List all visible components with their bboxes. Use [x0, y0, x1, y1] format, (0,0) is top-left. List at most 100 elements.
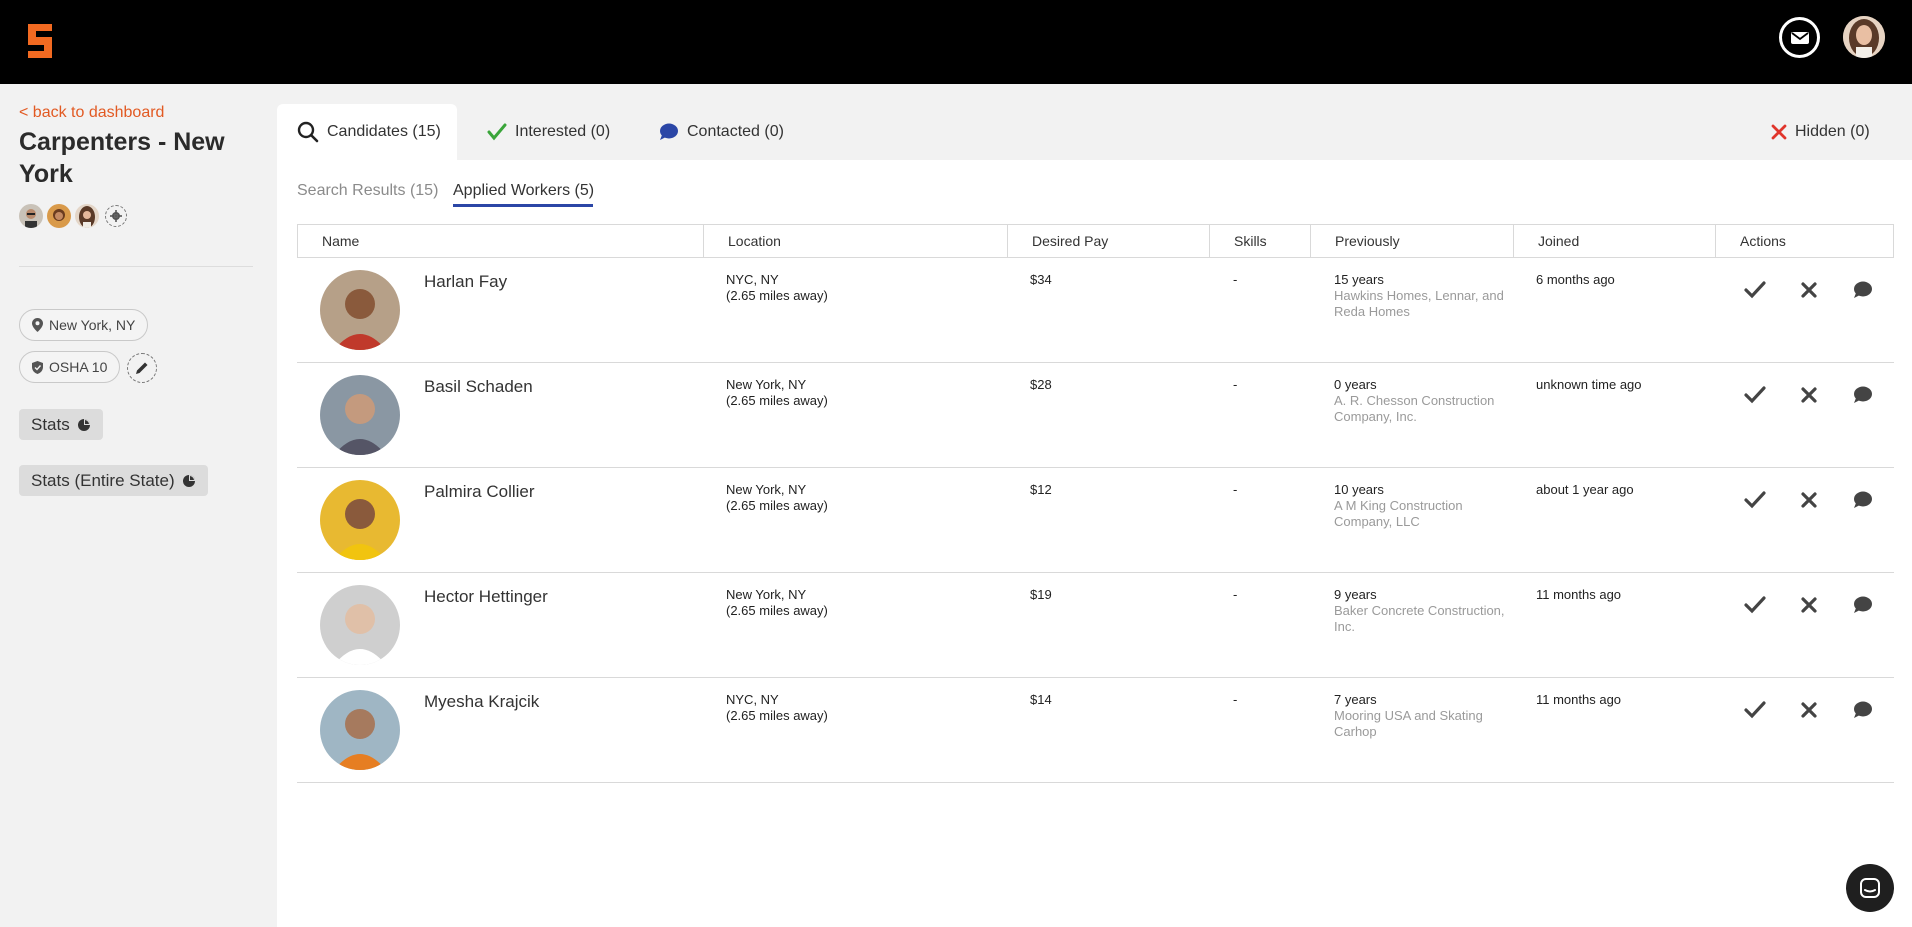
candidate-photo[interactable] [320, 690, 400, 770]
mark-interested-button[interactable] [1742, 382, 1768, 408]
pencil-icon [136, 362, 148, 374]
mark-interested-button[interactable] [1742, 592, 1768, 618]
candidate-skills: - [1233, 692, 1238, 707]
subtab-applied-workers[interactable]: Applied Workers (5) [453, 182, 594, 200]
mark-interested-button[interactable] [1742, 697, 1768, 723]
location-pin-icon [32, 318, 43, 332]
tab-interested-label: Interested (0) [515, 123, 611, 140]
s-logo-icon[interactable] [26, 24, 54, 58]
certification-filter-label: OSHA 10 [49, 359, 108, 375]
candidate-location: NYC, NY (2.65 miles away) [726, 272, 828, 304]
candidate-distance: (2.65 miles away) [726, 603, 828, 618]
table-row[interactable]: Harlan Fay NYC, NY (2.65 miles away) $34 - 15… [297, 258, 1894, 363]
column-header-location[interactable]: Location [704, 225, 1008, 257]
speech-bubble-icon [660, 123, 678, 140]
tab-hidden[interactable]: Hidden (0) [1771, 104, 1870, 160]
candidate-previously: 7 years Mooring USA and Skating Carhop [1334, 692, 1514, 740]
tab-candidates[interactable]: Candidates (15) [277, 104, 457, 160]
page-title: Carpenters - New York [19, 128, 225, 188]
candidate-photo[interactable] [320, 480, 400, 560]
close-icon [1801, 597, 1817, 613]
candidates-table: Name Location Desired Pay Skills Previou… [297, 224, 1894, 783]
check-icon [1744, 386, 1766, 404]
contact-candidate-button[interactable] [1850, 592, 1876, 618]
candidate-desired-pay: $14 [1030, 692, 1052, 707]
main-panel: Candidates (15) Interested (0) Contacted… [277, 104, 1912, 927]
search-icon [297, 121, 319, 143]
candidate-city: New York, NY [726, 482, 807, 497]
user-avatar[interactable] [1843, 16, 1885, 58]
candidate-photo[interactable] [320, 270, 400, 350]
candidate-city: NYC, NY [726, 692, 779, 707]
candidate-city: New York, NY [726, 377, 807, 392]
mark-interested-button[interactable] [1742, 487, 1768, 513]
tab-contacted[interactable]: Contacted (0) [659, 104, 784, 160]
candidate-previous-companies: Hawkins Homes, Lennar, and Reda Homes [1334, 288, 1504, 319]
team-member-avatar[interactable] [19, 204, 43, 228]
table-row[interactable]: Hector Hettinger New York, NY (2.65 miles … [297, 573, 1894, 678]
subtab-search-results[interactable]: Search Results (15) [297, 182, 438, 200]
stats-entire-state-button[interactable]: Stats (Entire State) [19, 465, 208, 496]
table-row[interactable]: Basil Schaden New York, NY (2.65 miles awa… [297, 363, 1894, 468]
candidate-location: NYC, NY (2.65 miles away) [726, 692, 828, 724]
table-row[interactable]: Palmira Collier New York, NY (2.65 miles a… [297, 468, 1894, 573]
subtab-active-indicator [453, 204, 593, 207]
location-filter-chip[interactable]: New York, NY [19, 309, 149, 341]
column-header-desired-pay[interactable]: Desired Pay [1008, 225, 1210, 257]
hide-candidate-button[interactable] [1796, 487, 1822, 513]
team-member-avatar[interactable] [47, 204, 71, 228]
candidate-experience-years: 7 years [1334, 692, 1377, 707]
candidate-skills: - [1233, 377, 1238, 392]
team-settings-button[interactable] [105, 205, 127, 227]
team-member-avatar[interactable] [75, 204, 99, 228]
candidate-name[interactable]: Harlan Fay [424, 272, 507, 292]
column-header-previously[interactable]: Previously [1311, 225, 1514, 257]
candidate-distance: (2.65 miles away) [726, 393, 828, 408]
edit-filters-button[interactable] [127, 353, 157, 383]
chat-launcher-button[interactable] [1846, 864, 1894, 912]
messages-button[interactable] [1779, 17, 1820, 58]
table-header: Name Location Desired Pay Skills Previou… [297, 224, 1894, 258]
team-avatars [19, 204, 127, 228]
back-to-dashboard-link[interactable]: < back to dashboard [19, 104, 164, 122]
candidate-desired-pay: $19 [1030, 587, 1052, 602]
column-header-name[interactable]: Name [298, 225, 704, 257]
close-icon [1801, 492, 1817, 508]
table-row[interactable]: Myesha Krajcik NYC, NY (2.65 miles away) $1… [297, 678, 1894, 783]
candidate-name[interactable]: Palmira Collier [424, 482, 535, 502]
tab-interested[interactable]: Interested (0) [487, 104, 610, 160]
column-header-skills[interactable]: Skills [1210, 225, 1311, 257]
speech-bubble-icon [1854, 386, 1872, 403]
tab-candidates-label: Candidates (15) [327, 123, 441, 140]
close-icon [1771, 124, 1787, 140]
contact-candidate-button[interactable] [1850, 487, 1876, 513]
stats-button[interactable]: Stats [19, 409, 103, 440]
mark-interested-button[interactable] [1742, 277, 1768, 303]
contact-candidate-button[interactable] [1850, 697, 1876, 723]
speech-bubble-icon [1854, 281, 1872, 298]
candidate-name[interactable]: Myesha Krajcik [424, 692, 539, 712]
candidate-previously: 0 years A. R. Chesson Construction Compan… [1334, 377, 1514, 425]
hide-candidate-button[interactable] [1796, 382, 1822, 408]
hide-candidate-button[interactable] [1796, 277, 1822, 303]
candidate-previous-companies: Baker Concrete Construction, Inc. [1334, 603, 1505, 634]
contact-candidate-button[interactable] [1850, 382, 1876, 408]
candidate-desired-pay: $28 [1030, 377, 1052, 392]
candidate-photo[interactable] [320, 585, 400, 665]
check-icon [1744, 596, 1766, 614]
column-header-joined[interactable]: Joined [1514, 225, 1716, 257]
pie-chart-icon [182, 474, 195, 487]
hide-candidate-button[interactable] [1796, 592, 1822, 618]
candidate-name[interactable]: Hector Hettinger [424, 587, 548, 607]
certification-filter-chip[interactable]: OSHA 10 [19, 351, 121, 383]
candidate-skills: - [1233, 272, 1238, 287]
table-body: Harlan Fay NYC, NY (2.65 miles away) $34-15… [297, 258, 1894, 783]
candidate-photo[interactable] [320, 375, 400, 455]
top-bar [0, 0, 1912, 84]
candidate-previously: 10 years A M King Construction Company, L… [1334, 482, 1514, 530]
candidate-name[interactable]: Basil Schaden [424, 377, 533, 397]
close-icon [1801, 387, 1817, 403]
contact-candidate-button[interactable] [1850, 277, 1876, 303]
candidate-desired-pay: $34 [1030, 272, 1052, 287]
hide-candidate-button[interactable] [1796, 697, 1822, 723]
